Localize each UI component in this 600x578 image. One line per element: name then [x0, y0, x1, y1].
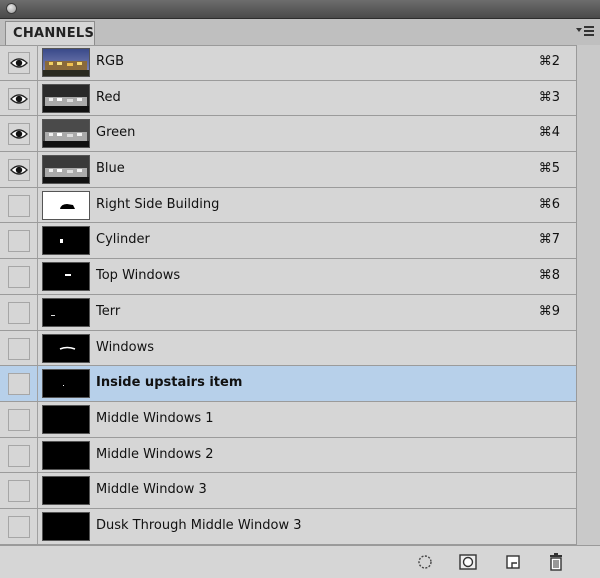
row-divider: [37, 223, 38, 259]
grayscale-thumbnail: [42, 83, 90, 113]
row-divider: [37, 80, 38, 116]
channel-name: Red: [96, 89, 121, 105]
tab-bar: CHANNELS: [0, 19, 600, 46]
channel-shortcut: ⌘3: [538, 89, 560, 105]
channel-name: Dusk Through Middle Window 3: [96, 517, 302, 533]
channel-name: Inside upstairs item: [96, 375, 243, 391]
tab-channels[interactable]: CHANNELS: [5, 21, 95, 45]
channel-row[interactable]: Top Windows ⌘8: [0, 259, 576, 295]
channel-list: RGB ⌘2 Red ⌘3 Green ⌘4 Blue ⌘5 Right Side Buildi…: [0, 45, 576, 545]
row-divider: [37, 473, 38, 508]
eye-icon: [10, 58, 28, 68]
rgb-thumbnail: [42, 48, 90, 77]
mask-thumbnail: [42, 226, 90, 256]
channel-name: Green: [96, 125, 136, 141]
channel-name: Middle Windows 1: [96, 410, 214, 426]
visibility-toggle[interactable]: [8, 230, 30, 253]
channel-row[interactable]: Middle Windows 1: [0, 401, 576, 438]
channel-row[interactable]: Cylinder ⌘7: [0, 223, 576, 260]
visibility-toggle[interactable]: [8, 301, 30, 324]
visibility-toggle[interactable]: [8, 515, 30, 538]
row-divider: [37, 187, 38, 223]
channel-name: Terr: [96, 303, 121, 319]
channel-row[interactable]: Middle Window 3: [0, 473, 576, 509]
channel-row[interactable]: Red ⌘3: [0, 80, 576, 117]
mask-thumbnail: [42, 511, 90, 541]
new-channel-icon[interactable]: [503, 552, 523, 572]
visibility-toggle[interactable]: [8, 52, 30, 74]
channel-name: RGB: [96, 54, 125, 69]
row-divider: [37, 366, 38, 401]
channel-row[interactable]: Inside upstairs item: [0, 366, 576, 402]
mask-thumbnail: [42, 190, 90, 220]
row-divider: [37, 508, 38, 544]
channel-name: Right Side Building: [96, 196, 220, 212]
channel-row[interactable]: Middle Windows 2: [0, 437, 576, 474]
row-divider: [37, 152, 38, 187]
row-divider: [37, 330, 38, 366]
panel-menu-icon[interactable]: [576, 25, 594, 39]
row-divider: [37, 259, 38, 294]
channel-name: Middle Windows 2: [96, 446, 214, 462]
mask-thumbnail: [42, 476, 90, 506]
channel-row[interactable]: Terr ⌘9: [0, 294, 576, 331]
row-divider: [37, 401, 38, 437]
row-divider: [37, 45, 38, 80]
channel-shortcut: ⌘8: [538, 268, 560, 284]
visibility-toggle[interactable]: [8, 266, 30, 289]
channel-shortcut: ⌘2: [538, 54, 560, 69]
delete-channel-icon[interactable]: [546, 552, 566, 572]
load-channel-as-selection-icon[interactable]: [415, 552, 435, 572]
channel-name: Middle Window 3: [96, 482, 207, 498]
close-icon[interactable]: [6, 3, 17, 14]
channel-row[interactable]: Green ⌘4: [0, 116, 576, 153]
grayscale-thumbnail: [42, 155, 90, 185]
channel-shortcut: ⌘4: [538, 125, 560, 141]
visibility-toggle[interactable]: [8, 194, 30, 217]
tab-channels-label: CHANNELS: [13, 26, 95, 41]
row-divider: [37, 294, 38, 330]
mask-thumbnail: [42, 333, 90, 363]
channel-shortcut: ⌘5: [538, 161, 560, 177]
channel-name: Blue: [96, 161, 125, 177]
channels-panel: CHANNELS RGB ⌘2 Red ⌘3 Green ⌘4 Blue ⌘5 Right Si…: [0, 0, 600, 578]
visibility-toggle[interactable]: [8, 159, 30, 182]
channel-row[interactable]: Right Side Building ⌘6: [0, 187, 576, 224]
scrollbar[interactable]: [576, 45, 600, 545]
channel-name: Cylinder: [96, 232, 150, 248]
mask-thumbnail: [42, 440, 90, 470]
grayscale-thumbnail: [42, 119, 90, 149]
visibility-toggle[interactable]: [8, 373, 30, 396]
channel-shortcut: ⌘9: [538, 303, 560, 319]
row-divider: [37, 116, 38, 152]
channel-shortcut: ⌘6: [538, 196, 560, 212]
channel-row[interactable]: Dusk Through Middle Window 3: [0, 508, 576, 545]
mask-thumbnail: [42, 297, 90, 327]
visibility-toggle[interactable]: [8, 337, 30, 360]
visibility-toggle[interactable]: [8, 87, 30, 110]
mask-thumbnail: [42, 369, 90, 399]
eye-icon: [10, 94, 28, 104]
channel-name: Top Windows: [96, 268, 181, 284]
channel-row[interactable]: Windows: [0, 330, 576, 367]
channel-shortcut: ⌘7: [538, 232, 560, 248]
visibility-toggle[interactable]: [8, 444, 30, 467]
visibility-toggle[interactable]: [8, 480, 30, 503]
channel-row[interactable]: Blue ⌘5: [0, 152, 576, 188]
panel-titlebar[interactable]: [0, 0, 600, 19]
visibility-toggle[interactable]: [8, 408, 30, 431]
mask-thumbnail: [42, 262, 90, 292]
visibility-toggle[interactable]: [8, 123, 30, 146]
row-divider: [37, 437, 38, 473]
eye-icon: [10, 129, 28, 140]
mask-thumbnail: [42, 404, 90, 434]
eye-icon: [10, 165, 28, 175]
save-selection-as-channel-icon[interactable]: [458, 552, 478, 572]
channel-name: Windows: [96, 339, 155, 355]
bottom-toolbar: [0, 545, 600, 578]
channel-row[interactable]: RGB ⌘2: [0, 45, 576, 81]
